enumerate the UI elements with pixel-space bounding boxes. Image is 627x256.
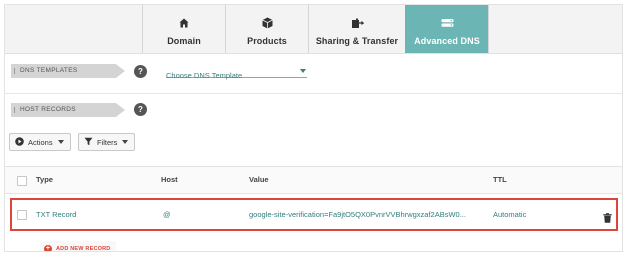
records-table-header: Type Host Value TTL: [5, 166, 622, 194]
record-value: google-site-verification=Fa9jtO5QX0PvnrV…: [249, 210, 466, 219]
tab-label: Domain: [167, 36, 201, 46]
server-icon: [441, 16, 454, 30]
dns-template-select[interactable]: Choose DNS Template: [166, 65, 307, 80]
tab-divider: [488, 5, 489, 53]
trash-icon[interactable]: [603, 210, 612, 228]
filters-button[interactable]: Filters: [78, 133, 135, 151]
dns-templates-section-label: DNS TEMPLATES: [11, 64, 125, 78]
host-records-help-icon[interactable]: ?: [134, 103, 147, 116]
chevron-down-icon: [300, 69, 306, 73]
tab-bar: Domain Products Sharing & Transfer Advan…: [5, 5, 622, 54]
row-checkbox[interactable]: [17, 210, 27, 220]
record-type: TXT Record: [36, 210, 77, 219]
select-all-checkbox[interactable]: [17, 176, 27, 186]
host-records-section-label: HOST RECORDS: [11, 103, 125, 117]
dns-template-select-value: Choose DNS Template: [166, 71, 243, 80]
column-header-value[interactable]: Value: [249, 167, 269, 193]
add-new-record-button[interactable]: + ADD NEW RECORD: [40, 241, 117, 252]
tab-sharing-transfer[interactable]: Sharing & Transfer: [308, 5, 405, 53]
record-host: @: [163, 210, 171, 219]
table-row[interactable]: TXT Record @ google-site-verification=Fa…: [10, 198, 618, 231]
dns-templates-help-icon[interactable]: ?: [134, 65, 147, 78]
tab-domain[interactable]: Domain: [142, 5, 225, 53]
actions-button[interactable]: Actions: [9, 133, 71, 151]
column-header-ttl[interactable]: TTL: [493, 167, 507, 193]
record-ttl: Automatic: [493, 210, 527, 219]
column-header-type[interactable]: Type: [36, 167, 53, 193]
share-icon: [351, 16, 364, 30]
play-circle-icon: [15, 136, 24, 148]
chevron-down-icon: [122, 140, 129, 144]
filter-icon: [84, 137, 93, 148]
tab-label: Sharing & Transfer: [315, 36, 399, 46]
divider: [5, 93, 622, 94]
column-header-host[interactable]: Host: [161, 167, 178, 193]
chevron-down-icon: [57, 140, 64, 144]
tab-label: Products: [247, 36, 287, 46]
add-new-record-label: ADD NEW RECORD: [56, 246, 111, 252]
tab-label: Advanced DNS: [414, 36, 480, 46]
home-icon: [179, 16, 189, 30]
tab-advanced-dns[interactable]: Advanced DNS: [405, 5, 488, 53]
advanced-dns-panel: Domain Products Sharing & Transfer Advan…: [4, 4, 623, 252]
box-icon: [261, 16, 273, 30]
plus-circle-icon: +: [44, 245, 52, 252]
filters-label: Filters: [97, 137, 118, 147]
tab-products[interactable]: Products: [225, 5, 308, 53]
actions-label: Actions: [28, 137, 53, 147]
